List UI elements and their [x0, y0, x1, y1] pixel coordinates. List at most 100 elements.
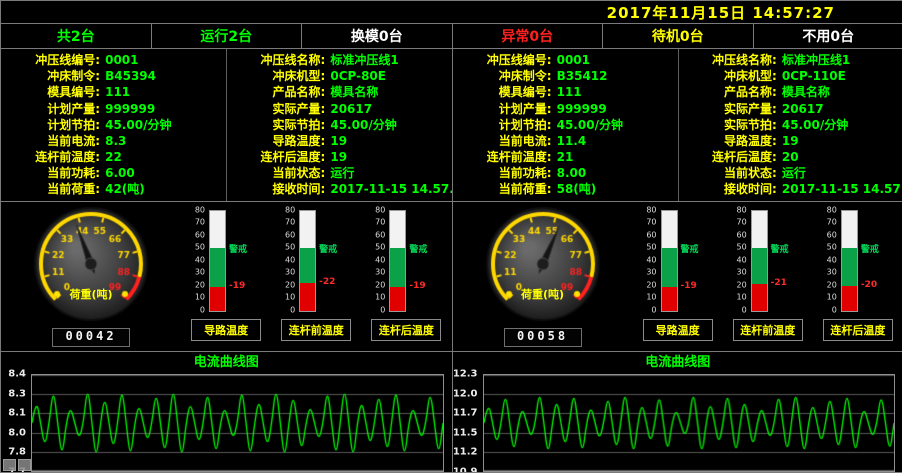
- status-label: 异常0台: [501, 26, 553, 46]
- thermo-tick-label: 60: [646, 230, 656, 239]
- thermo-name: 导路温度: [191, 319, 261, 341]
- info-value: 999999: [557, 103, 607, 115]
- thermo-scale: 80706050403020100: [189, 210, 207, 310]
- chart-title: 电流曲线图: [1, 355, 452, 372]
- info-field: 实际产量:20617: [226, 100, 451, 116]
- y-axis-label: 8.0: [8, 427, 26, 438]
- info-label: 连杆后温度:: [678, 151, 777, 163]
- info-field: 当前状态:运行: [678, 165, 902, 181]
- info-label: 实际节拍:: [226, 119, 325, 131]
- info-label: 当前功耗:: [453, 167, 552, 179]
- thermo-tick-label: 50: [736, 243, 746, 252]
- info-field: 实际产量:20617: [678, 100, 902, 116]
- info-field: 实际节拍:45.00/分钟: [226, 117, 451, 133]
- info-field: 当前电流:11.4: [453, 133, 678, 149]
- thermo-tick-label: 80: [736, 205, 746, 214]
- info-value: 2017-11-15 14.57.24: [330, 183, 451, 195]
- y-axis-label: 11.7: [453, 408, 478, 419]
- status-label: 不用0台: [802, 26, 854, 46]
- thermo-tick-label: 40: [646, 255, 656, 264]
- y-axis-label: 10.9: [453, 467, 478, 473]
- info-label: 冲压线编号:: [453, 54, 552, 66]
- info-field: 连杆后温度:19: [226, 149, 451, 165]
- info-field: 当前功耗:8.00: [453, 165, 678, 181]
- info-label: 接收时间:: [678, 183, 777, 195]
- info-field: 冲压线编号:0001: [1, 52, 226, 68]
- info-value: 运行: [782, 167, 806, 179]
- thermo-tick-label: 40: [736, 255, 746, 264]
- thermo-name: 连杆前温度: [281, 319, 351, 341]
- info-value: 0001: [105, 54, 138, 66]
- thermo-tube: [751, 210, 768, 312]
- thermo-value: 19: [409, 281, 425, 291]
- load-gauge: 荷重(吨) 00042: [1, 202, 181, 352]
- info-field: 计划节拍:45.00/分钟: [1, 117, 226, 133]
- chart-y-axis: 8.48.38.18.07.87.7: [1, 374, 29, 472]
- y-axis-label: 12.3: [453, 369, 478, 380]
- current-curve-canvas: [31, 374, 444, 472]
- info-value: 22: [105, 151, 122, 163]
- statusbar: 共2台 运行2台 换模0台 异常0台 待机0台 不用0台: [1, 23, 902, 49]
- thermo-tick-label: 80: [646, 205, 656, 214]
- thermo-tick-label: 50: [285, 243, 295, 252]
- chart-y-axis: 12.312.011.711.511.210.9: [453, 374, 481, 472]
- info-field: 计划产量:999999: [453, 100, 678, 116]
- status-running[interactable]: 运行2台: [152, 24, 303, 48]
- info-field: 接收时间:2017-11-15 14.57.24: [678, 181, 902, 197]
- thermo-tick-label: 70: [195, 218, 205, 227]
- y-axis-label: 12.0: [453, 388, 478, 399]
- info-field: 接收时间:2017-11-15 14.57.24: [226, 181, 451, 197]
- info-field: 连杆前温度:21: [453, 149, 678, 165]
- status-total-machines[interactable]: 共2台: [1, 24, 152, 48]
- info-field: 当前电流:8.3: [1, 133, 226, 149]
- info-label: 当前电流:: [453, 135, 552, 147]
- thermo-tick-label: 40: [827, 255, 837, 264]
- thermo-tick-label: 10: [195, 293, 205, 302]
- status-unused[interactable]: 不用0台: [754, 24, 902, 48]
- info-value: 58(吨): [557, 183, 597, 195]
- thermo-value: 20: [861, 280, 877, 290]
- thermo-tick-label: 50: [646, 243, 656, 252]
- thermo-tick-label: 60: [195, 230, 205, 239]
- info-label: 冲床机型:: [678, 70, 777, 82]
- thermo-warning-label: 警戒: [229, 242, 247, 255]
- info-label: 当前荷重:: [453, 183, 552, 195]
- info-label: 连杆后温度:: [226, 151, 325, 163]
- info-label: 产品名称:: [226, 86, 325, 98]
- info-value: 6.00: [105, 167, 135, 179]
- thermo-scale: 80706050403020100: [369, 210, 387, 310]
- status-abnormal[interactable]: 异常0台: [453, 24, 604, 48]
- info-value: 21: [557, 151, 574, 163]
- meters-section: 荷重(吨) 00042 80706050403020100 警戒 19 导路温度: [1, 202, 452, 353]
- thermo-tick-label: 10: [646, 293, 656, 302]
- taskbar-fragment-icon: [3, 459, 16, 471]
- info-field: 计划产量:999999: [1, 100, 226, 116]
- thermometer-rod-rear-temp: 80706050403020100 警戒 20 连杆后温度: [813, 208, 902, 352]
- thermo-tick-label: 20: [285, 280, 295, 289]
- info-label: 冲压线名称:: [678, 54, 777, 66]
- thermo-warning-label: 警戒: [771, 242, 789, 255]
- thermo-tick-label: 80: [285, 205, 295, 214]
- info-field: 计划节拍:45.00/分钟: [453, 117, 678, 133]
- info-label: 导路温度:: [678, 135, 777, 147]
- info-grid: 冲压线编号:0001冲压线名称:标准冲压线1冲床制令:B35412冲床机型:0C…: [453, 49, 902, 202]
- thermo-tick-label: 10: [736, 293, 746, 302]
- info-field: 导路温度:19: [678, 133, 902, 149]
- info-value: 标准冲压线1: [330, 54, 398, 66]
- y-axis-label: 8.4: [8, 369, 26, 380]
- status-mold-change[interactable]: 换模0台: [302, 24, 453, 48]
- info-value: 19: [330, 135, 347, 147]
- info-label: 当前电流:: [1, 135, 100, 147]
- status-label: 待机0台: [652, 26, 704, 46]
- thermo-warning-label: 警戒: [319, 242, 337, 255]
- thermo-name: 连杆后温度: [823, 319, 893, 341]
- thermo-tick-label: 70: [827, 218, 837, 227]
- info-label: 导路温度:: [226, 135, 325, 147]
- thermo-tube: [389, 210, 406, 312]
- info-value: 0001: [557, 54, 590, 66]
- thermo-tick-label: 0: [290, 305, 295, 314]
- info-field: 模具编号:111: [453, 84, 678, 100]
- thermo-tick-label: 20: [646, 280, 656, 289]
- info-value: 20: [782, 151, 799, 163]
- status-standby[interactable]: 待机0台: [603, 24, 754, 48]
